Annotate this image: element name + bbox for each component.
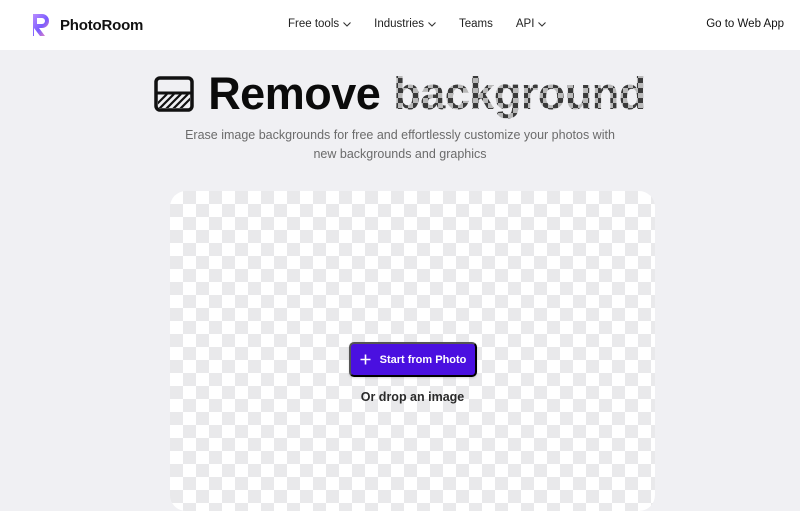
start-from-photo-button[interactable]: Start from Photo xyxy=(349,342,477,377)
plus-icon xyxy=(360,354,371,365)
nav-item-label: Industries xyxy=(374,18,424,30)
nav-item-label: API xyxy=(515,18,535,30)
nav-item-teams[interactable]: Teams xyxy=(459,18,493,30)
upload-dropzone[interactable]: Start from Photo Or drop an image xyxy=(170,191,655,511)
brand-name: PhotoRoom xyxy=(60,16,144,34)
nav-item-label: Free tools xyxy=(288,18,340,30)
nav-item-api[interactable]: API xyxy=(516,18,547,30)
drop-image-text: Or drop an image xyxy=(360,390,465,404)
photoroom-logo-icon xyxy=(33,14,49,36)
main-nav: Free tools Industries Teams API xyxy=(288,18,547,30)
page-title: Remove background xyxy=(0,64,800,124)
chevron-down-icon xyxy=(428,21,436,27)
nav-item-label: Teams xyxy=(459,18,493,30)
nav-item-industries[interactable]: Industries xyxy=(374,18,436,30)
go-to-web-app-link[interactable]: Go to Web App xyxy=(706,18,784,30)
brand-logo[interactable]: PhotoRoom xyxy=(30,13,143,37)
title-word-remove: Remove xyxy=(208,68,381,119)
subtitle-line-2: new backgrounds and graphics xyxy=(313,147,487,161)
nav-item-free-tools[interactable]: Free tools xyxy=(288,18,352,30)
subtitle-line-1: Erase image backgrounds for free and eff… xyxy=(185,128,615,142)
start-from-photo-label: Start from Photo xyxy=(379,353,467,366)
hero-subtitle: Erase image backgrounds for free and eff… xyxy=(150,126,650,164)
top-navbar: PhotoRoom Free tools Industries Teams AP… xyxy=(0,0,800,50)
title-word-background: background xyxy=(393,68,646,120)
chevron-down-icon xyxy=(538,21,547,27)
remove-background-icon xyxy=(154,76,194,112)
chevron-down-icon xyxy=(343,21,352,27)
